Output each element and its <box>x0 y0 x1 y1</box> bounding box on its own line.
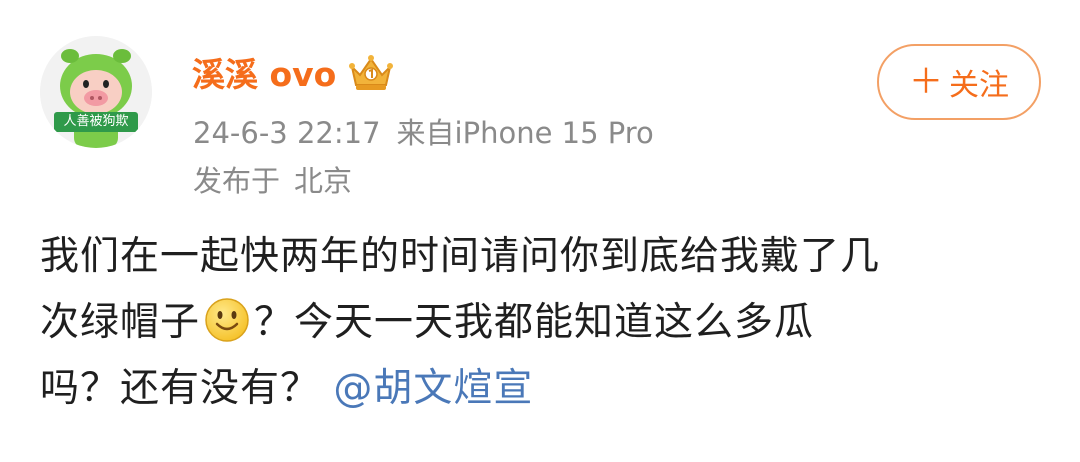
avatar[interactable]: 人善被狗欺 <box>40 36 152 148</box>
avatar-caption: 人善被狗欺 <box>54 112 138 132</box>
smile-emoji-icon <box>205 298 249 342</box>
plus-icon: ＋ <box>909 62 943 102</box>
post-content: 我们在一起快两年的时间请问你到底给我戴了几 次绿帽子 ？今天一天我都能知道这么多… <box>40 224 1050 422</box>
post-source: 来自iPhone 15 Pro <box>396 116 654 150</box>
post-location: 北京 <box>294 164 353 198</box>
post-text-line-3: 吗？还有没有？ @胡文煊宣 <box>40 356 1050 422</box>
username-row: 溪溪 ovo <box>192 48 396 96</box>
post-text-segment: 吗？还有没有？ <box>40 366 321 411</box>
crown-icon[interactable] <box>346 51 396 93</box>
follow-button-label: 关注 <box>949 68 1009 103</box>
post-location-line: 发布于 北京 <box>193 158 352 200</box>
post-text-segment: ？今天一天我都能知道这么多瓜 <box>254 300 815 345</box>
mention-link[interactable]: @胡文煊宣 <box>333 366 533 411</box>
follow-button[interactable]: ＋ 关注 <box>877 44 1041 120</box>
location-label: 发布于 <box>193 164 281 198</box>
post-meta-line: 24-6-3 22:17 来自iPhone 15 Pro <box>193 110 654 152</box>
post-text-segment: 次绿帽子 <box>40 300 201 345</box>
username[interactable]: 溪溪 ovo <box>192 48 336 96</box>
weibo-post-card: 人善被狗欺 溪溪 ovo 24-6-3 22:17 来自iPhone 15 Pro… <box>0 0 1080 462</box>
post-timestamp: 24-6-3 22:17 <box>193 116 381 150</box>
post-text-line-2: 次绿帽子 ？今天一天我都能知道这么多瓜 <box>40 290 1050 356</box>
post-text-line-1: 我们在一起快两年的时间请问你到底给我戴了几 <box>40 234 881 279</box>
